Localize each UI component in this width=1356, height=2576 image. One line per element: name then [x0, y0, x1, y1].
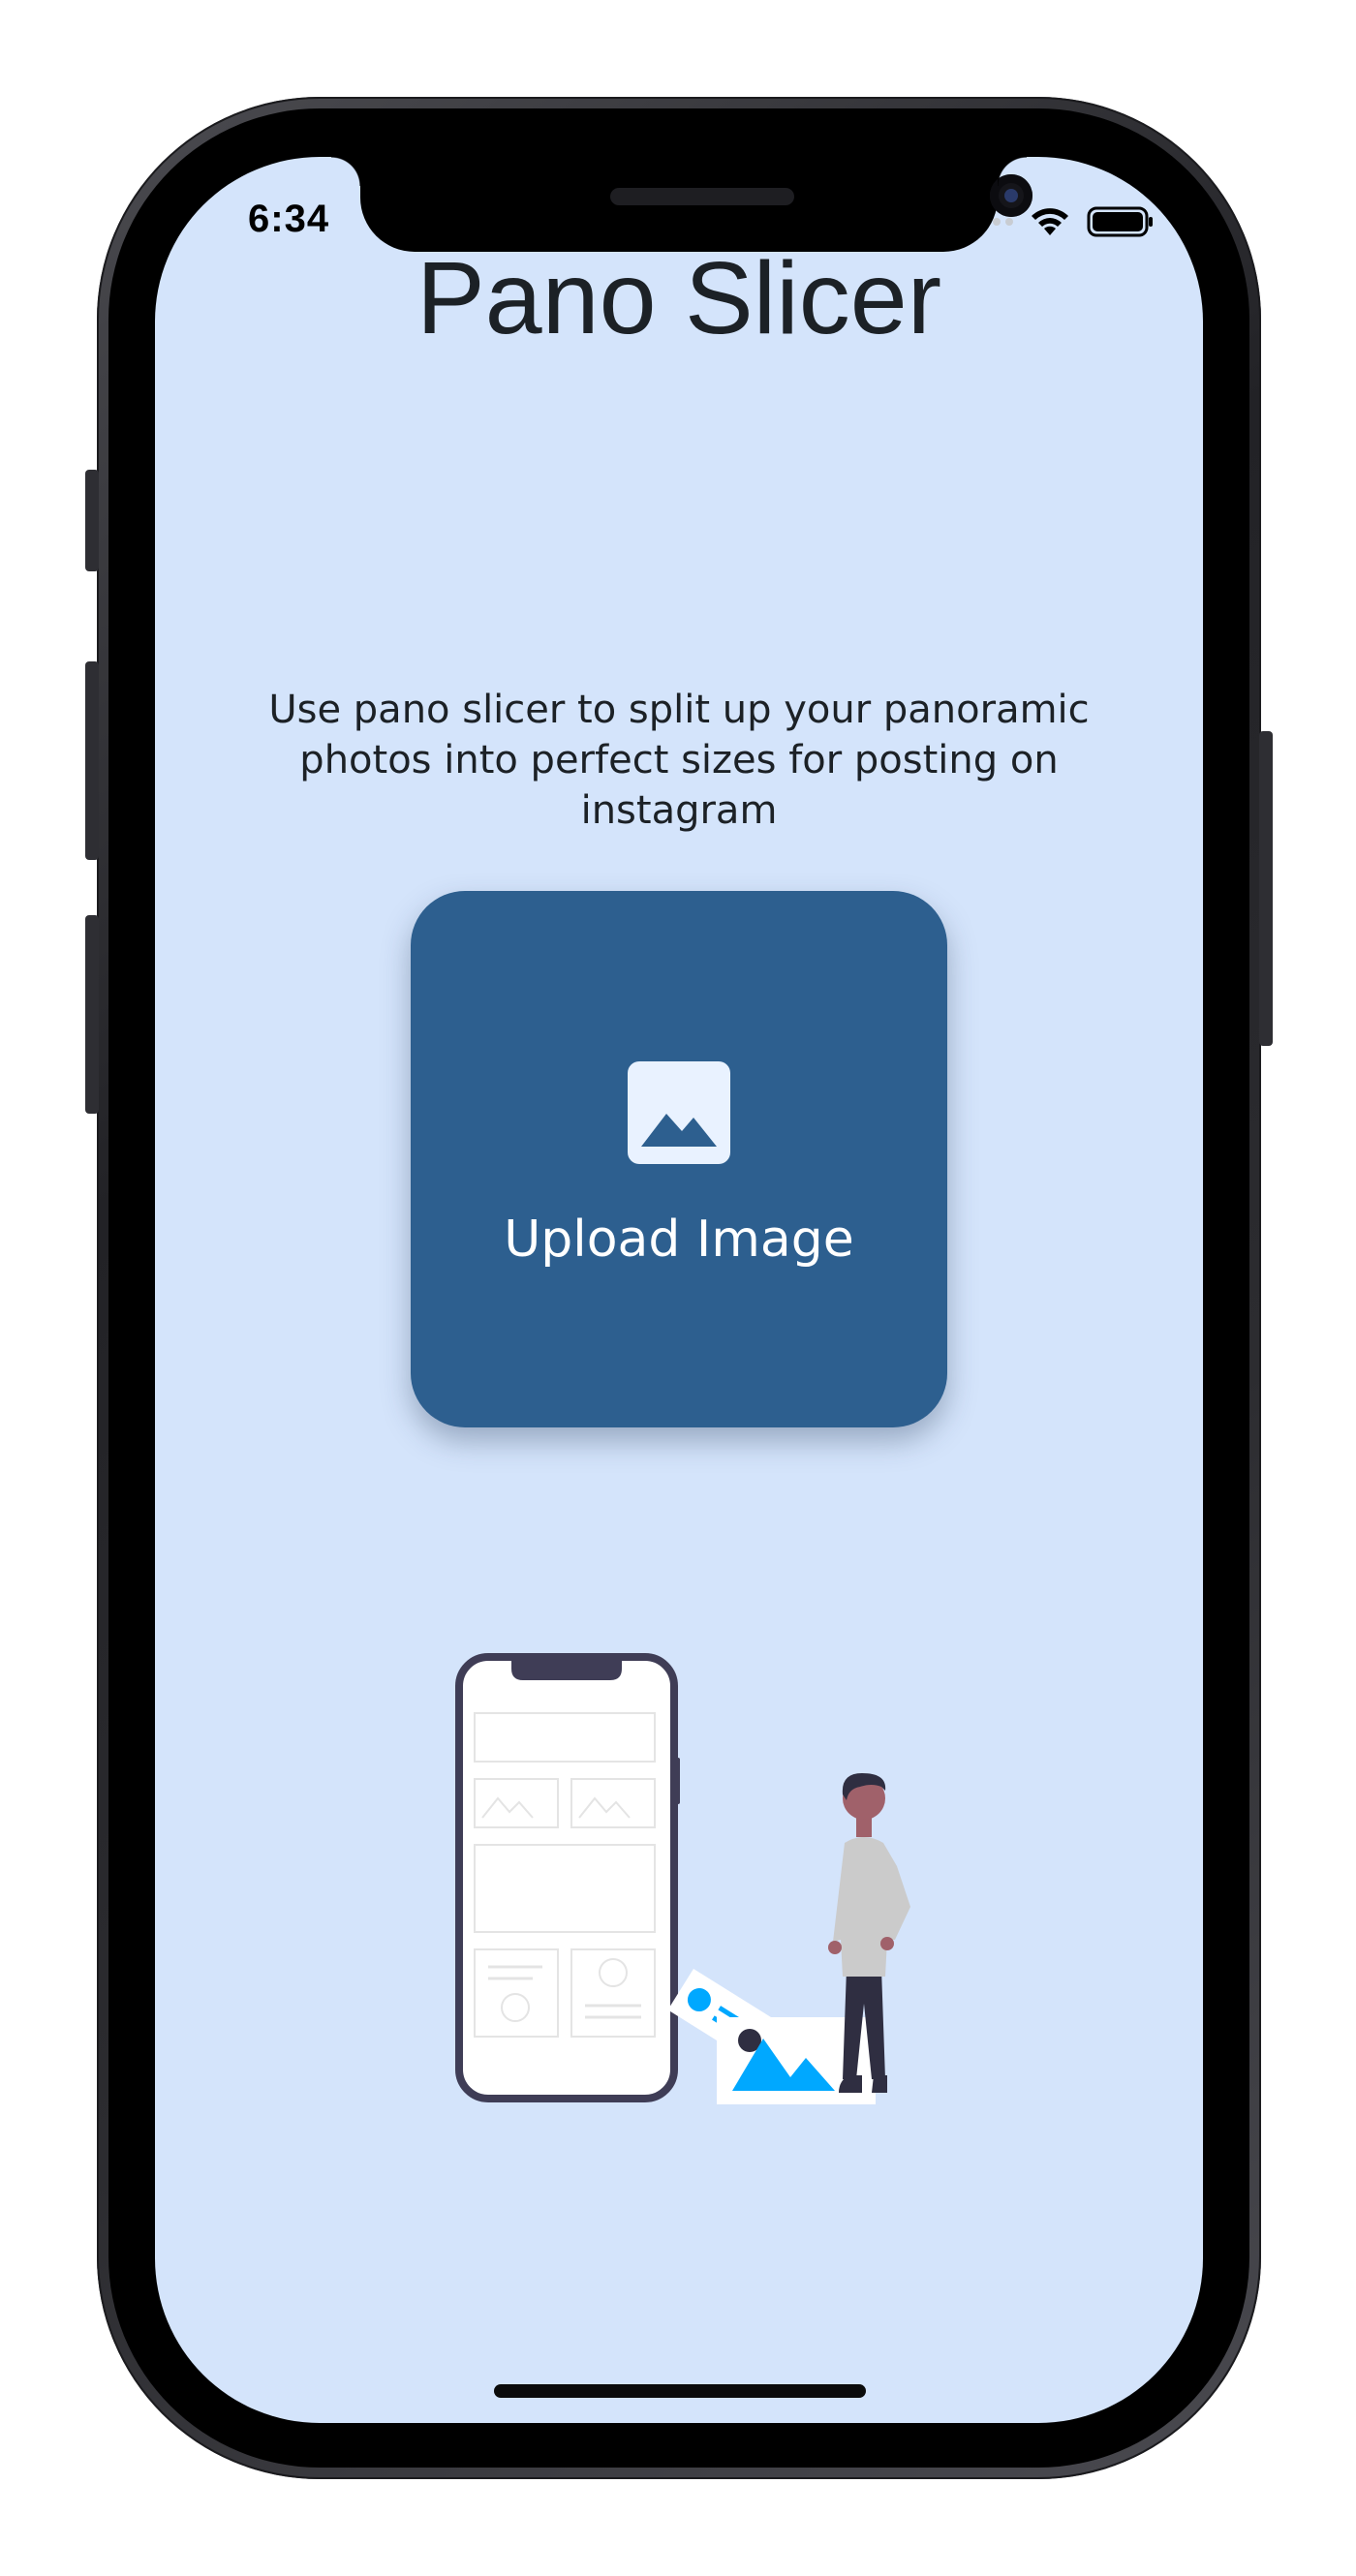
image-icon [628, 1061, 730, 1164]
speaker-grille [610, 188, 794, 205]
volume-up-button [85, 661, 99, 860]
notch [331, 157, 1032, 252]
phone-screen: 6:34 Pano Slicer Use pano slicer to spli… [155, 157, 1203, 2423]
app-description: Use pano slicer to split up your panoram… [268, 688, 1090, 833]
front-camera [990, 174, 1032, 217]
illustration-person-with-phone [455, 1653, 910, 2104]
power-button [1259, 731, 1273, 1046]
upload-image-button[interactable]: Upload Image [411, 891, 947, 1427]
status-time: 6:34 [248, 198, 330, 240]
wifi-icon [1032, 208, 1068, 235]
volume-down-button [85, 915, 99, 1114]
illustration-phone [455, 1653, 680, 2102]
battery-icon [1087, 206, 1153, 237]
app-title: Pano Slicer [416, 241, 942, 355]
silent-switch [85, 470, 99, 571]
home-indicator[interactable] [494, 2384, 866, 2398]
upload-image-label: Upload Image [504, 1211, 854, 1269]
